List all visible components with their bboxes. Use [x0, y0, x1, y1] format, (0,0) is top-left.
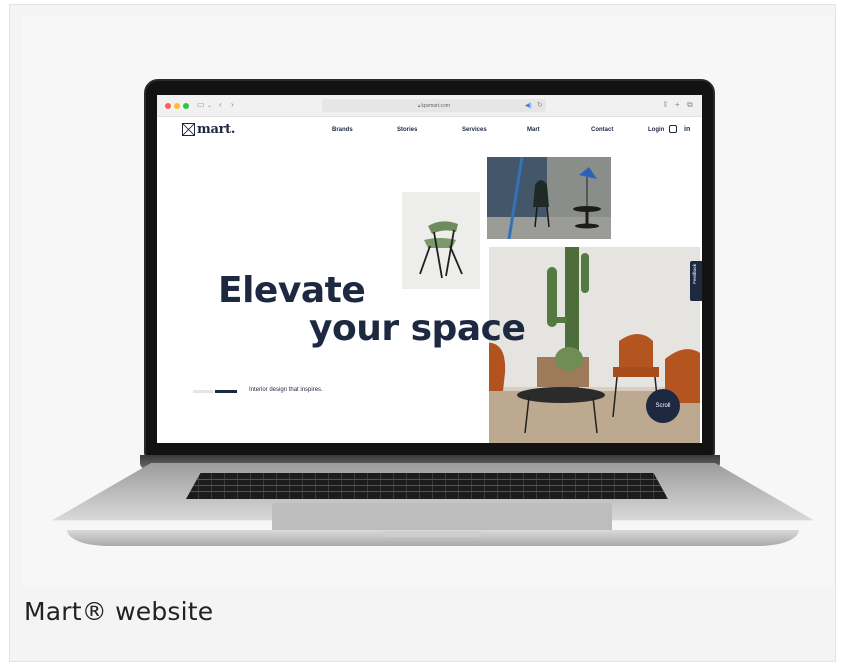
laptop-notch	[382, 531, 482, 537]
slide-indicator-inactive[interactable]	[193, 390, 213, 393]
browser-toolbar: ▭ ⌄ ‹ › 🔒︎ kpsmart.com ◀) ↻ ⇪ + ⧉	[157, 95, 702, 117]
chevron-down-icon[interactable]: ⌄	[207, 102, 212, 109]
nav-contact[interactable]: Contact	[591, 127, 613, 133]
project-caption[interactable]: Mart® website	[24, 597, 213, 626]
slide-indicator-active[interactable]	[215, 390, 237, 393]
minimize-window-button[interactable]	[174, 103, 180, 109]
linkedin-icon[interactable]: in	[684, 126, 690, 133]
forward-icon[interactable]: ›	[231, 100, 234, 109]
showcase-card: ▭ ⌄ ‹ › 🔒︎ kpsmart.com ◀) ↻ ⇪ + ⧉ mart. …	[9, 4, 836, 662]
nav-brands[interactable]: Brands	[332, 127, 353, 133]
audio-icon[interactable]: ◀)	[525, 102, 532, 109]
maximize-window-button[interactable]	[183, 103, 189, 109]
login-link[interactable]: Login	[648, 127, 664, 133]
tabs-overview-icon[interactable]: ⧉	[687, 100, 693, 110]
reload-icon[interactable]: ↻	[537, 101, 543, 109]
logo-text: mart.	[197, 121, 236, 137]
back-icon[interactable]: ‹	[219, 100, 222, 109]
feedback-label: Feedback	[692, 264, 697, 284]
hero-headline-line1: Elevate	[218, 270, 366, 311]
feedback-tab[interactable]: Feedback	[690, 261, 702, 301]
close-window-button[interactable]	[165, 103, 171, 109]
logo-mark-icon	[182, 122, 195, 136]
sidebar-icon[interactable]: ▭	[197, 100, 205, 109]
nav-mart[interactable]: Mart	[527, 127, 540, 133]
nav-services[interactable]: Services	[462, 127, 487, 133]
laptop-screen: ▭ ⌄ ‹ › 🔒︎ kpsmart.com ◀) ↻ ⇪ + ⧉ mart. …	[157, 95, 702, 443]
laptop-trackpad	[272, 503, 612, 533]
hero-tagline: Interior design that inspires.	[249, 387, 323, 393]
laptop-lid: ▭ ⌄ ‹ › 🔒︎ kpsmart.com ◀) ↻ ⇪ + ⧉ mart. …	[144, 79, 715, 457]
address-bar[interactable]: 🔒︎ kpsmart.com	[322, 99, 546, 112]
laptop-keyboard	[186, 473, 668, 499]
address-text: kpsmart.com	[421, 103, 450, 109]
nav-stories[interactable]: Stories	[397, 127, 417, 133]
laptop-photo: ▭ ⌄ ‹ › 🔒︎ kpsmart.com ◀) ↻ ⇪ + ⧉ mart. …	[22, 17, 833, 587]
site-logo[interactable]: mart.	[182, 121, 235, 137]
new-tab-icon[interactable]: +	[675, 100, 680, 109]
scroll-button[interactable]: Scroll	[646, 389, 680, 423]
instagram-icon[interactable]	[669, 125, 677, 133]
table-lamp-image	[487, 157, 611, 239]
green-chair-image	[402, 192, 480, 289]
hero-headline-line2: your space	[309, 308, 526, 349]
share-icon[interactable]: ⇪	[662, 100, 669, 109]
